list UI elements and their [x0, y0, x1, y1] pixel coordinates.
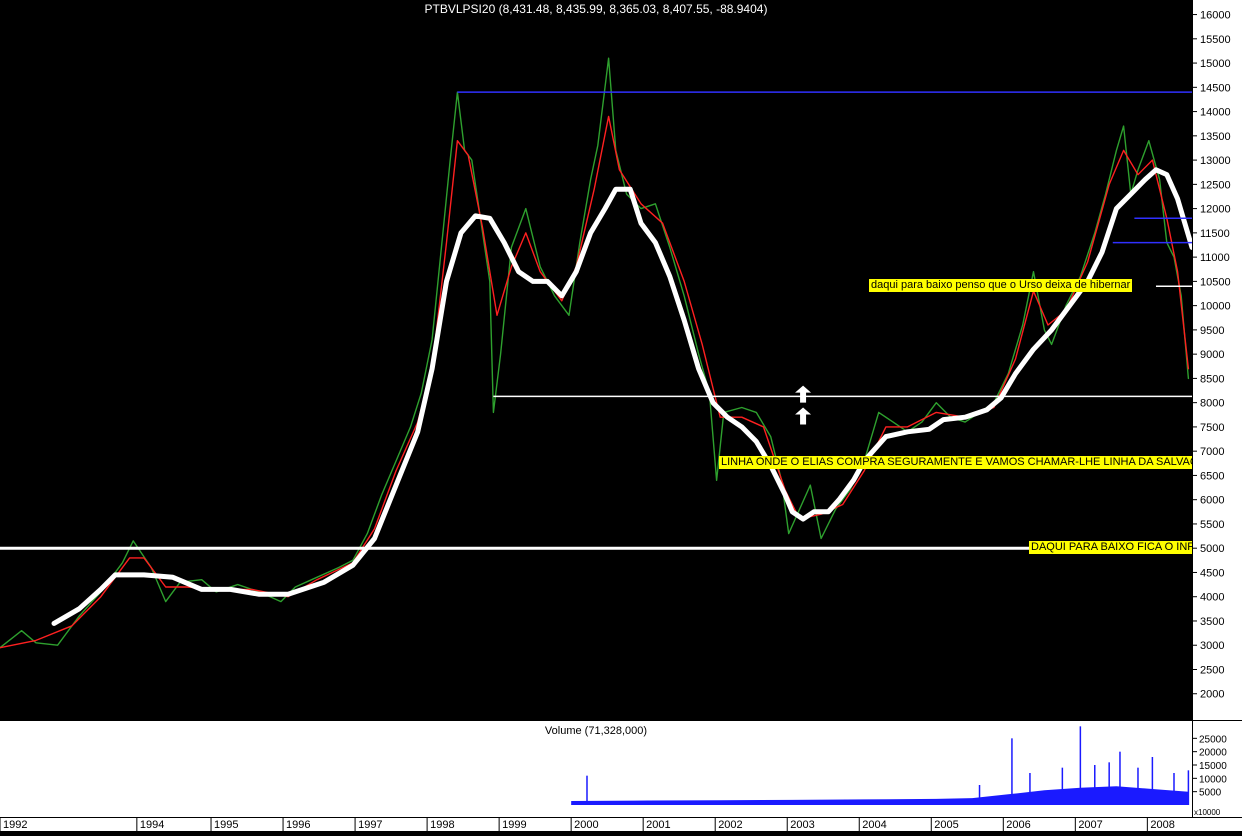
price-tick-label-9000: 9000 — [1200, 349, 1224, 361]
volume-tick-label-5000: 5000 — [1199, 788, 1222, 799]
volume-unit-label: x10000 — [1194, 808, 1221, 817]
price-tick-label-2500: 2500 — [1200, 664, 1224, 676]
annotation-label-1: LINHA ONDE O ELIAS COMPRA SEGURAMENTE E … — [719, 456, 1216, 469]
price-axis: 2000 2500 3000 3500 4000 4500 5000 5500 6000 6500… — [1192, 0, 1242, 720]
price-tick-label-11500: 11500 — [1200, 228, 1230, 240]
time-tick-label-2003: 2003 — [790, 819, 814, 831]
price-axis-svg: 2000 2500 3000 3500 4000 4500 5000 5500 6000 6500… — [1192, 0, 1231, 720]
time-tick-label-1992: 1992 — [3, 819, 27, 831]
volume-tick-label-10000: 10000 — [1199, 774, 1227, 785]
up-arrow-1 — [795, 385, 812, 403]
price-tick-label-14500: 14500 — [1200, 82, 1231, 94]
price-tick-label-15500: 15500 — [1200, 34, 1231, 46]
price-tick-label-4000: 4000 — [1200, 592, 1224, 604]
time-tick-label-2006: 2006 — [1006, 819, 1030, 831]
volume-title: Volume (71,328,000) — [544, 725, 648, 737]
time-tick-label-1995: 1995 — [214, 819, 238, 831]
time-tick-label-2008: 2008 — [1150, 819, 1174, 831]
price-tick-label-3500: 3500 — [1200, 616, 1224, 628]
time-tick-label-2005: 2005 — [934, 819, 958, 831]
annotation-label-0: daqui para baixo penso que o Urso deixa … — [869, 279, 1133, 292]
price-tick-label-3000: 3000 — [1200, 640, 1224, 652]
volume-chart-area[interactable]: Volume (71,328,000) — [0, 721, 1192, 817]
price-tick-label-9500: 9500 — [1200, 325, 1224, 337]
volume-tick-label-15000: 15000 — [1199, 761, 1227, 772]
time-tick-label-2007: 2007 — [1078, 819, 1102, 831]
price-tick-label-4500: 4500 — [1200, 567, 1224, 579]
time-tick-label-1997: 1997 — [358, 819, 382, 831]
time-tick-label-1999: 1999 — [502, 819, 526, 831]
price-tick-label-6000: 6000 — [1200, 495, 1224, 507]
volume-tick-label-20000: 20000 — [1199, 748, 1227, 759]
time-tick-label-2004: 2004 — [862, 819, 886, 831]
price-tick-label-8000: 8000 — [1200, 398, 1224, 410]
price-tick-label-15000: 15000 — [1200, 58, 1231, 70]
volume-area — [571, 786, 1189, 805]
price-tick-label-10000: 10000 — [1200, 301, 1231, 313]
price-tick-label-2000: 2000 — [1200, 689, 1224, 701]
volume-axis-svg: 5000 10000 15000 20000 25000 x10000 — [1192, 721, 1227, 817]
price-tick-label-6500: 6500 — [1200, 470, 1224, 482]
time-tick-label-1996: 1996 — [286, 819, 310, 831]
time-axis-svg: 1992 1994 1995 1996 1997 1998 1999 2000 2001 2002… — [0, 817, 1242, 831]
price-chart-area[interactable]: PTBVLPSI20 (8,431.48, 8,435.99, 8,365.03… — [0, 0, 1228, 720]
up-arrow-0 — [795, 407, 812, 425]
time-axis: 1992 1994 1995 1996 1997 1998 1999 2000 2001 2002… — [0, 817, 1242, 831]
price-tick-label-12000: 12000 — [1200, 204, 1231, 216]
time-tick-label-2002: 2002 — [718, 819, 742, 831]
price-tick-label-8500: 8500 — [1200, 373, 1224, 385]
price-tick-label-11000: 11000 — [1200, 252, 1230, 264]
price-tick-label-10500: 10500 — [1200, 276, 1231, 288]
time-tick-label-1998: 1998 — [430, 819, 454, 831]
price-tick-label-5000: 5000 — [1200, 543, 1224, 555]
series-line-0 — [0, 57, 1190, 649]
time-tick-label-1994: 1994 — [140, 819, 164, 831]
price-tick-label-7500: 7500 — [1200, 422, 1224, 434]
price-tick-label-12500: 12500 — [1200, 179, 1231, 191]
price-tick-label-13000: 13000 — [1200, 155, 1231, 167]
time-tick-label-2001: 2001 — [646, 819, 670, 831]
time-tick-label-2000: 2000 — [574, 819, 598, 831]
volume-tick-label-25000: 25000 — [1199, 734, 1227, 745]
price-tick-label-14000: 14000 — [1200, 107, 1231, 119]
price-chart-svg — [0, 57, 1195, 649]
volume-axis: 5000 10000 15000 20000 25000 x10000 — [1192, 721, 1242, 817]
price-tick-label-16000: 16000 — [1200, 10, 1231, 22]
price-tick-label-7000: 7000 — [1200, 446, 1224, 458]
price-tick-label-5500: 5500 — [1200, 519, 1224, 531]
price-tick-label-13500: 13500 — [1200, 131, 1231, 143]
chart-title: PTBVLPSI20 (8,431.48, 8,435.99, 8,365.03… — [424, 2, 768, 16]
